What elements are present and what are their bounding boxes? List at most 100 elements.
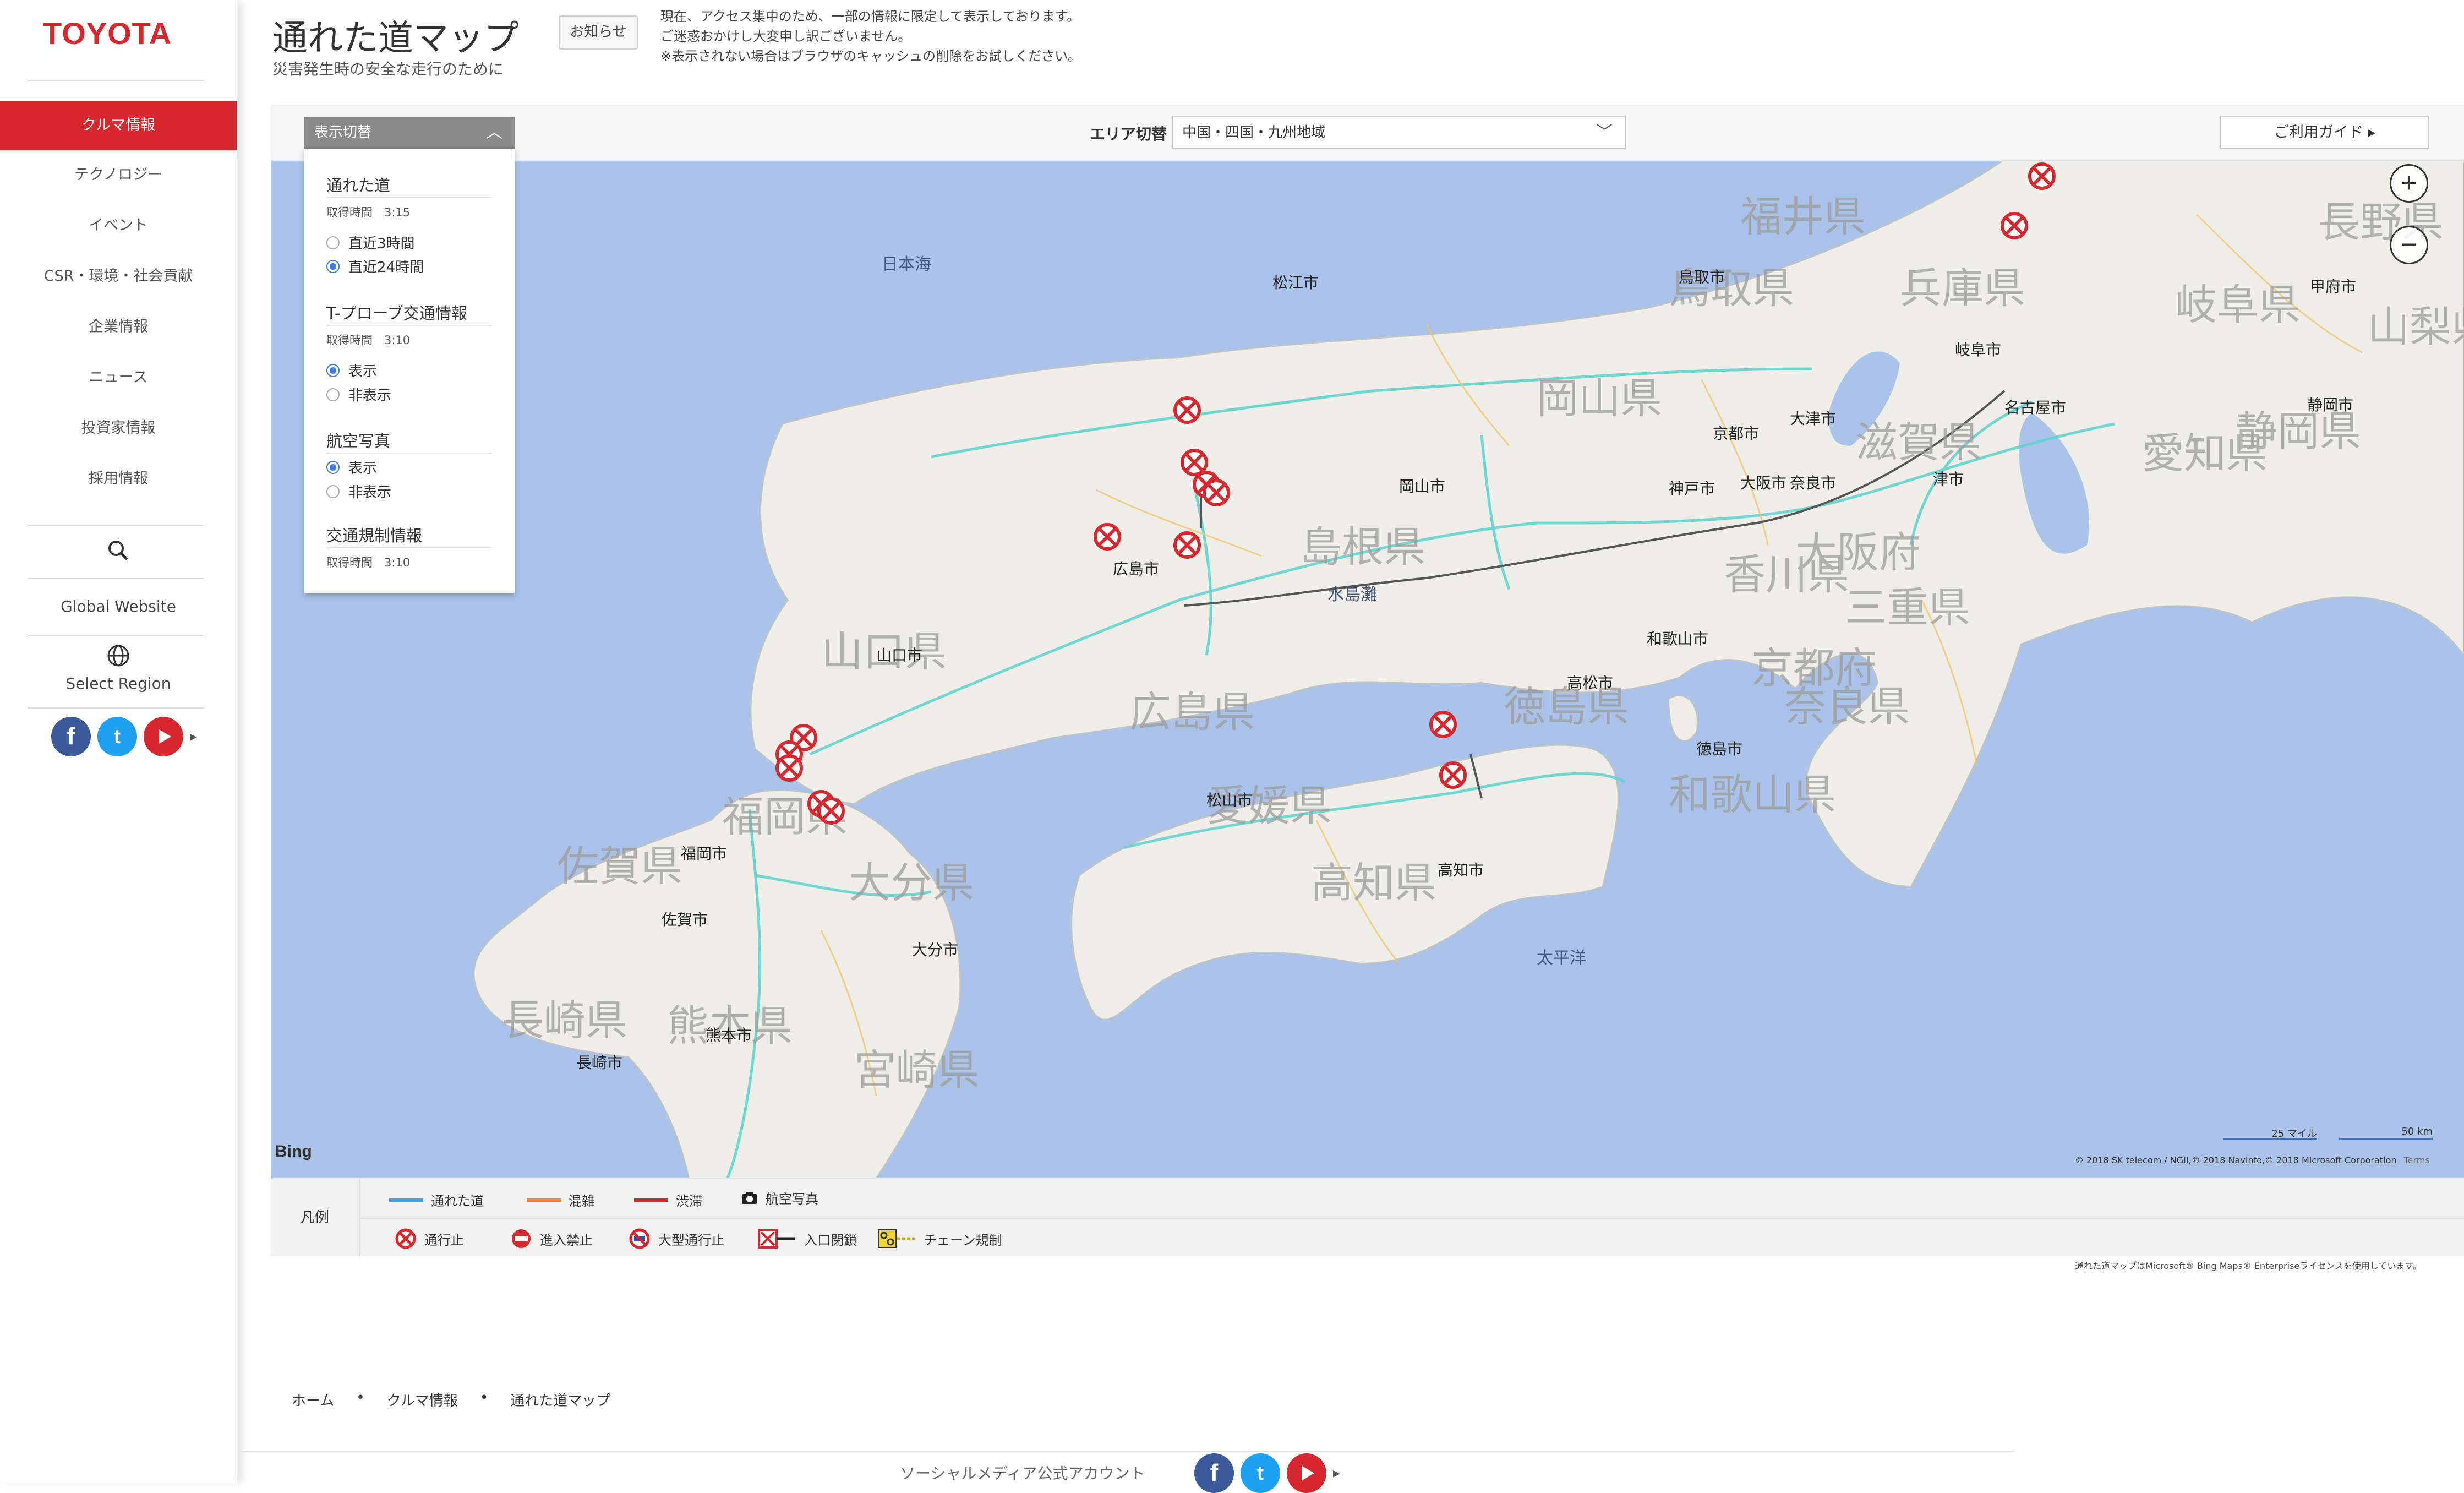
- breadcrumb-home[interactable]: ホーム: [292, 1390, 334, 1410]
- map-canvas[interactable]: 兵庫県 鳥取県 島根県 広島県 山口県 岡山県 香川県 徳島県 愛媛県 高知県 …: [271, 105, 2464, 1178]
- radio-label: 表示: [348, 460, 378, 477]
- sidebar-item-cars[interactable]: クルマ情報: [0, 101, 237, 150]
- radio-button[interactable]: [326, 484, 340, 498]
- zoom-out-button[interactable]: −: [2390, 226, 2428, 264]
- breadcrumb-separator: •: [356, 1390, 365, 1406]
- license-notice: 通れた道マップはMicrosoft® Bing Maps® Enterprise…: [2075, 1261, 2422, 1271]
- svg-text:愛知県: 愛知県: [2142, 429, 2268, 478]
- svg-text:熊本市: 熊本市: [706, 1026, 752, 1044]
- youtube-icon[interactable]: [1287, 1453, 1326, 1493]
- svg-text:徳島市: 徳島市: [1696, 740, 1742, 758]
- twitter-icon[interactable]: t: [1241, 1453, 1280, 1493]
- radio-option[interactable]: 非表示: [326, 384, 391, 405]
- layer-panel-header[interactable]: 表示切替 ︿: [304, 117, 515, 149]
- radio-button[interactable]: [326, 388, 340, 401]
- svg-text:高知市: 高知市: [1438, 861, 1484, 879]
- large-vehicle-closed-icon: [629, 1228, 650, 1249]
- radio-option[interactable]: 非表示: [326, 481, 391, 502]
- fetch-time: 取得時間 3:10: [326, 556, 411, 569]
- chevron-right-icon: ▸: [2368, 124, 2376, 141]
- svg-text:京都市: 京都市: [1713, 424, 1759, 443]
- chain-regulation-icon: [878, 1229, 915, 1248]
- radio-label: 非表示: [348, 484, 392, 501]
- breadcrumb-separator: •: [479, 1390, 489, 1406]
- twitter-icon[interactable]: t: [97, 717, 137, 756]
- fetch-time: 取得時間 3:10: [326, 334, 411, 347]
- youtube-icon[interactable]: [144, 717, 183, 756]
- legend-item-label: 入口閉鎖: [804, 1232, 857, 1248]
- footer-social-links: f t ▸: [1194, 1453, 1340, 1493]
- legend-item: 通行止: [395, 1228, 464, 1250]
- radio-button[interactable]: [326, 259, 340, 273]
- sidebar-item-news[interactable]: ニュース: [0, 353, 237, 402]
- divider: [326, 197, 491, 198]
- toyota-logo[interactable]: TOYOTA: [43, 15, 172, 51]
- sidebar-item-investors[interactable]: 投資家情報: [0, 404, 237, 453]
- more-arrow-icon[interactable]: ▸: [1333, 1465, 1340, 1481]
- usage-guide-button[interactable]: ご利用ガイド ▸: [2220, 116, 2429, 149]
- svg-text:兵庫県: 兵庫県: [1900, 264, 2025, 313]
- legend-item-label: 渋滞: [676, 1194, 702, 1209]
- layer-section-title: 通れた道: [326, 176, 391, 195]
- area-select[interactable]: 中国・四国・九州地域 ﹀: [1172, 116, 1626, 149]
- svg-text:福岡市: 福岡市: [681, 844, 727, 863]
- bing-logo: Bing: [275, 1142, 312, 1160]
- radio-button[interactable]: [326, 363, 340, 377]
- svg-text:佐賀市: 佐賀市: [662, 911, 708, 929]
- svg-text:太平洋: 太平洋: [1537, 949, 1586, 968]
- globe-icon[interactable]: [0, 644, 237, 669]
- facebook-icon[interactable]: f: [1194, 1453, 1234, 1493]
- sidebar-item-events[interactable]: イベント: [0, 201, 237, 250]
- sidebar-item-company[interactable]: 企業情報: [0, 302, 237, 352]
- svg-text:宮崎県: 宮崎県: [854, 1045, 980, 1094]
- chevron-up-icon[interactable]: ︿: [486, 117, 502, 149]
- global-website-link[interactable]: Global Website: [0, 597, 237, 615]
- facebook-icon[interactable]: f: [51, 717, 91, 756]
- sidebar-item-csr[interactable]: CSR・環境・社会貢献: [0, 252, 237, 301]
- no-entry-icon: [512, 1229, 531, 1248]
- layer-section-title: 航空写真: [326, 432, 391, 450]
- svg-text:山梨県: 山梨県: [2368, 302, 2464, 351]
- svg-text:高知県: 高知県: [1311, 858, 1436, 907]
- sidebar-divider: [28, 525, 204, 526]
- line-swatch: [527, 1198, 561, 1202]
- svg-text:福井県: 福井県: [1740, 192, 1866, 241]
- c: 高松市: [1567, 674, 1613, 692]
- divider: [326, 325, 491, 326]
- sidebar-item-careers[interactable]: 採用情報: [0, 454, 237, 504]
- breadcrumb-cars[interactable]: クルマ情報: [387, 1390, 458, 1410]
- scale-bar-km: 50 km: [2339, 1126, 2433, 1140]
- legend-item: 通れた道: [389, 1190, 484, 1209]
- notice-button[interactable]: お知らせ: [559, 15, 638, 50]
- breadcrumb-current: 通れた道マップ: [510, 1393, 611, 1409]
- sidebar-item-technology[interactable]: テクノロジー: [0, 150, 237, 200]
- svg-text:奈良県: 奈良県: [1784, 682, 1910, 731]
- zoom-in-button[interactable]: +: [2390, 164, 2428, 203]
- social-accounts-label: ソーシャルメディア公式アカウント: [900, 1464, 1145, 1483]
- radio-option[interactable]: 表示: [326, 457, 377, 477]
- radio-button[interactable]: [326, 460, 340, 474]
- svg-text:神戸市: 神戸市: [1669, 479, 1715, 498]
- radio-label: 直近3時間: [348, 236, 415, 252]
- legend-item: 混雑: [527, 1190, 595, 1209]
- layer-section-title: T-プローブ交通情報: [326, 304, 467, 323]
- legend-item: チェーン規制: [877, 1228, 1002, 1250]
- legend-item-label: 進入禁止: [540, 1232, 593, 1248]
- radio-option[interactable]: 表示: [326, 360, 377, 380]
- radio-button[interactable]: [326, 236, 340, 249]
- radio-option[interactable]: 直近3時間: [326, 232, 415, 253]
- select-region-link[interactable]: Select Region: [0, 674, 237, 693]
- more-arrow-icon[interactable]: ▸: [190, 728, 197, 745]
- search-icon[interactable]: [0, 538, 237, 565]
- sidebar-divider: [28, 707, 204, 709]
- svg-text:長崎県: 長崎県: [502, 996, 627, 1045]
- radio-option[interactable]: 直近24時間: [326, 256, 424, 276]
- legend-item-label: 通行止: [424, 1232, 464, 1248]
- svg-text:和歌山市: 和歌山市: [1647, 630, 1708, 648]
- sidebar: TOYOTA クルマ情報 テクノロジー イベント CSR・環境・社会貢献 企業情…: [0, 0, 237, 1483]
- terms-link[interactable]: Terms: [2404, 1155, 2430, 1165]
- camera-icon: [742, 1191, 757, 1204]
- divider: [326, 547, 491, 548]
- legend-item: 入口閉鎖: [758, 1228, 857, 1250]
- page-title: 通れた道マップ: [272, 18, 519, 59]
